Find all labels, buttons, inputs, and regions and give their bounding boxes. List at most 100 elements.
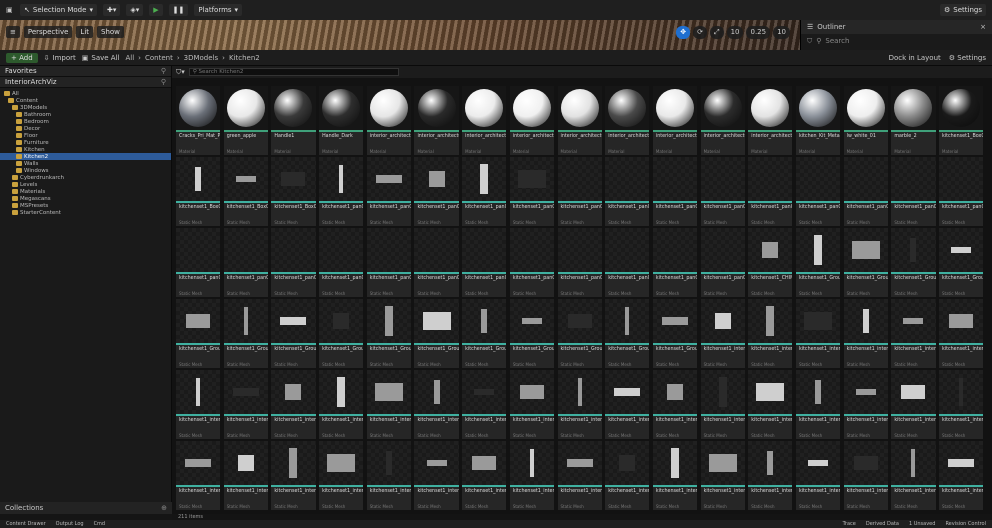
mesh-asset-tile[interactable]: kitchenset1_interior_architecture_01 Stat… (319, 370, 364, 439)
folder-item[interactable]: All (0, 90, 171, 97)
filter-icon[interactable]: ⛉▾ (176, 68, 185, 77)
mesh-asset-tile[interactable]: kitchenset1_pan019 Static Mesh (414, 228, 459, 297)
folder-item[interactable]: Windows (0, 167, 171, 174)
blueprint-button[interactable]: ◈▾ (126, 4, 144, 16)
mesh-asset-tile[interactable]: kitchenset1_Group171 Static Mesh (843, 228, 888, 297)
mesh-asset-tile[interactable]: kitchenset1_interior_architecture_01 Stat… (939, 370, 984, 439)
mesh-asset-tile[interactable]: kitchenset1_interior_architecture_01 Stat… (652, 370, 698, 439)
mesh-asset-tile[interactable]: kitchenset1_interior_architecture_01 Stat… (795, 370, 841, 439)
add-collection-icon[interactable]: ⊕ (161, 504, 167, 512)
mesh-asset-tile[interactable]: kitchenset1_interior_architecture_01 Stat… (414, 441, 459, 510)
material-asset-tile[interactable]: interior_architecture_01_Material_123 Mat… (700, 86, 745, 155)
mesh-asset-tile[interactable]: kitchenset1_Group108 Static Mesh (795, 228, 841, 297)
folder-item[interactable]: Walls (0, 160, 171, 167)
mesh-asset-tile[interactable]: kitchenset1_pan014 Static Mesh (176, 228, 221, 297)
mesh-asset-tile[interactable]: kitchenset1_pan016 Static Mesh (557, 157, 602, 226)
mesh-asset-tile[interactable]: kitchenset1_interior_architecture_01 Stat… (223, 370, 268, 439)
move-tool-icon[interactable]: ✥ (676, 26, 691, 39)
breadcrumb-3dmodels[interactable]: 3DModels (184, 54, 219, 62)
mesh-asset-tile[interactable]: kitchenset1_interior_architecture_01 Stat… (509, 441, 554, 510)
add-button[interactable]: + Add (6, 52, 38, 63)
material-asset-tile[interactable]: interior_architecture_01_Material_79 Mate… (605, 86, 650, 155)
mesh-asset-tile[interactable]: kitchenset1_pan013 Static Mesh (939, 157, 984, 226)
material-asset-tile[interactable]: interior_architecture_01_Material_75 Mate… (462, 86, 507, 155)
mesh-asset-tile[interactable]: kitchenset1_Group189 Static Mesh (891, 228, 936, 297)
mesh-asset-tile[interactable]: kitchenset1_interior_architecture_01 Stat… (319, 441, 364, 510)
mesh-asset-tile[interactable]: kitchenset1_Group292 Static Mesh (414, 299, 459, 368)
mesh-asset-tile[interactable]: kitchenset1_pan024 Static Mesh (652, 228, 698, 297)
folder-item[interactable]: Cyberdrunkarch (0, 174, 171, 181)
derived-data-button[interactable]: Derived Data (866, 521, 899, 527)
folder-item[interactable]: Levels (0, 181, 171, 188)
settings-button[interactable]: ⚙ Settings (940, 4, 986, 16)
material-asset-tile[interactable]: kitchen_Kit_Metal_Iron_Grey Material (795, 86, 841, 155)
mesh-asset-tile[interactable]: kitchenset1_interior_architecture_01 Stat… (557, 370, 602, 439)
mesh-asset-tile[interactable]: kitchenset1_pan023 Static Mesh (605, 228, 650, 297)
mesh-asset-tile[interactable]: kitchenset1_Group273 Static Mesh (462, 299, 507, 368)
material-asset-tile[interactable]: interior_architecture_01_Material_68 Mate… (366, 86, 411, 155)
mesh-asset-tile[interactable]: kitchenset1_pan012 Static Mesh (891, 157, 936, 226)
mesh-asset-tile[interactable]: kitchenset1_pan020 Static Mesh (462, 228, 507, 297)
add-actor-button[interactable]: ✚▾ (102, 4, 121, 16)
mesh-asset-tile[interactable]: kitchenset1_pan014 Static Mesh (462, 157, 507, 226)
save-all-button[interactable]: ▣ Save All (82, 54, 120, 62)
folder-item[interactable]: MSPresets (0, 202, 171, 209)
collections-section[interactable]: Collections ⊕ (0, 502, 172, 514)
mesh-asset-tile[interactable]: kitchenset1_interior_architecture_01 Stat… (652, 441, 698, 510)
mesh-asset-tile[interactable]: kitchenset1_interior_architecture_01 Stat… (271, 441, 316, 510)
material-asset-tile[interactable]: Cracks_Pri_Mat_Proof Material (176, 86, 221, 155)
mesh-asset-tile[interactable]: kitchenset1_Group308 Static Mesh (652, 299, 698, 368)
material-asset-tile[interactable]: interior_architecture_01_Material_77 Mate… (509, 86, 554, 155)
mesh-asset-tile[interactable]: kitchenset1_pan025 Static Mesh (700, 228, 745, 297)
dock-in-layout-button[interactable]: Dock in Layout (889, 54, 941, 62)
mesh-asset-tile[interactable]: kitchenset1_interior_architecture_01 Stat… (366, 370, 411, 439)
mesh-asset-tile[interactable]: kitchenset1_interior_architecture_01 Stat… (748, 441, 793, 510)
mesh-asset-tile[interactable]: kitchenset1_CHIM_239_EDKUMEN_dl001 Static… (748, 228, 793, 297)
breadcrumb-content[interactable]: Content (145, 54, 173, 62)
mesh-asset-tile[interactable]: kitchenset1_interior_architecture_01 Stat… (843, 299, 888, 368)
scale-snap-value[interactable]: 0.25 (746, 26, 771, 39)
mesh-asset-tile[interactable]: kitchenset1_interior_architecture_01 Stat… (176, 441, 221, 510)
level-viewport[interactable]: ≡ Perspective Lit Show ✥ ⟳ ⤢ 10 0.25 10 (0, 20, 800, 50)
save-icon[interactable]: ▣ (6, 6, 14, 14)
mesh-asset-tile[interactable]: kitchenset1_interior_architecture_01 Stat… (843, 441, 888, 510)
mesh-asset-tile[interactable]: kitchenset1_pan013 Static Mesh (414, 157, 459, 226)
mesh-asset-tile[interactable]: kitchenset1_Box019 Static Mesh (271, 157, 316, 226)
filter-icon[interactable]: ⛉ (807, 37, 812, 46)
material-asset-tile[interactable]: interior_architecture_01_Material_122 Mat… (652, 86, 698, 155)
mesh-asset-tile[interactable]: kitchenset1_pan011 Static Mesh (795, 157, 841, 226)
mesh-asset-tile[interactable]: kitchenset1_pan017 Static Mesh (319, 228, 364, 297)
mesh-asset-tile[interactable]: kitchenset1_pan015 Static Mesh (509, 157, 554, 226)
mesh-asset-tile[interactable]: kitchenset1_pan022 Static Mesh (557, 228, 602, 297)
grid-snap-value[interactable]: 10 (726, 26, 744, 39)
lit-button[interactable]: Lit (76, 26, 94, 38)
folder-item[interactable]: Materials (0, 188, 171, 195)
revision-control-button[interactable]: Revision Control (945, 521, 986, 527)
mesh-asset-tile[interactable]: kitchenset1_Group193 Static Mesh (939, 228, 984, 297)
output-log-button[interactable]: Output Log (56, 521, 84, 527)
material-asset-tile[interactable]: interior_architecture_01_Material_124 Mat… (748, 86, 793, 155)
mesh-asset-tile[interactable]: kitchenset1_interior_architecture_01 Stat… (271, 370, 316, 439)
mesh-asset-tile[interactable]: kitchenset1_pan021 Static Mesh (509, 228, 554, 297)
rotate-tool-icon[interactable]: ⟳ (693, 26, 707, 39)
import-button[interactable]: ⇩ Import (44, 54, 76, 62)
mesh-asset-tile[interactable]: kitchenset1_interior_architecture_01 Stat… (748, 370, 793, 439)
scale-tool-icon[interactable]: ⤢ (709, 26, 724, 39)
mesh-asset-tile[interactable]: kitchenset1_interior_architecture_01 Stat… (462, 441, 507, 510)
project-section[interactable]: InteriorArchViz ⚲ (0, 77, 171, 88)
search-icon[interactable]: ⚲ (161, 78, 166, 86)
selection-mode-button[interactable]: ↖ Selection Mode ▾ (20, 4, 97, 16)
camera-speed-value[interactable]: 10 (773, 26, 790, 39)
material-asset-tile[interactable]: lw_white_01 Material (843, 86, 888, 155)
asset-search-input[interactable]: ⚲ Search Kitchen2 (188, 68, 399, 76)
favorites-section[interactable]: Favorites ⚲ (0, 66, 171, 77)
mesh-asset-tile[interactable]: kitchenset1_Group335 Static Mesh (605, 299, 650, 368)
mesh-asset-tile[interactable]: kitchenset1_pan015 Static Mesh (223, 228, 268, 297)
mesh-asset-tile[interactable]: kitchenset1_interior_architecture_01 Stat… (557, 441, 602, 510)
mesh-asset-tile[interactable]: kitchenset1_interior_architecture_01 Stat… (939, 299, 984, 368)
folder-item[interactable]: Megascans (0, 195, 171, 202)
breadcrumb-all[interactable]: All (125, 54, 134, 62)
mesh-asset-tile[interactable]: kitchenset1_pan018 Static Mesh (652, 157, 698, 226)
material-asset-tile[interactable]: marble_2 Material (891, 86, 936, 155)
mesh-asset-tile[interactable]: kitchenset1_interior_architecture_01 Stat… (795, 299, 841, 368)
